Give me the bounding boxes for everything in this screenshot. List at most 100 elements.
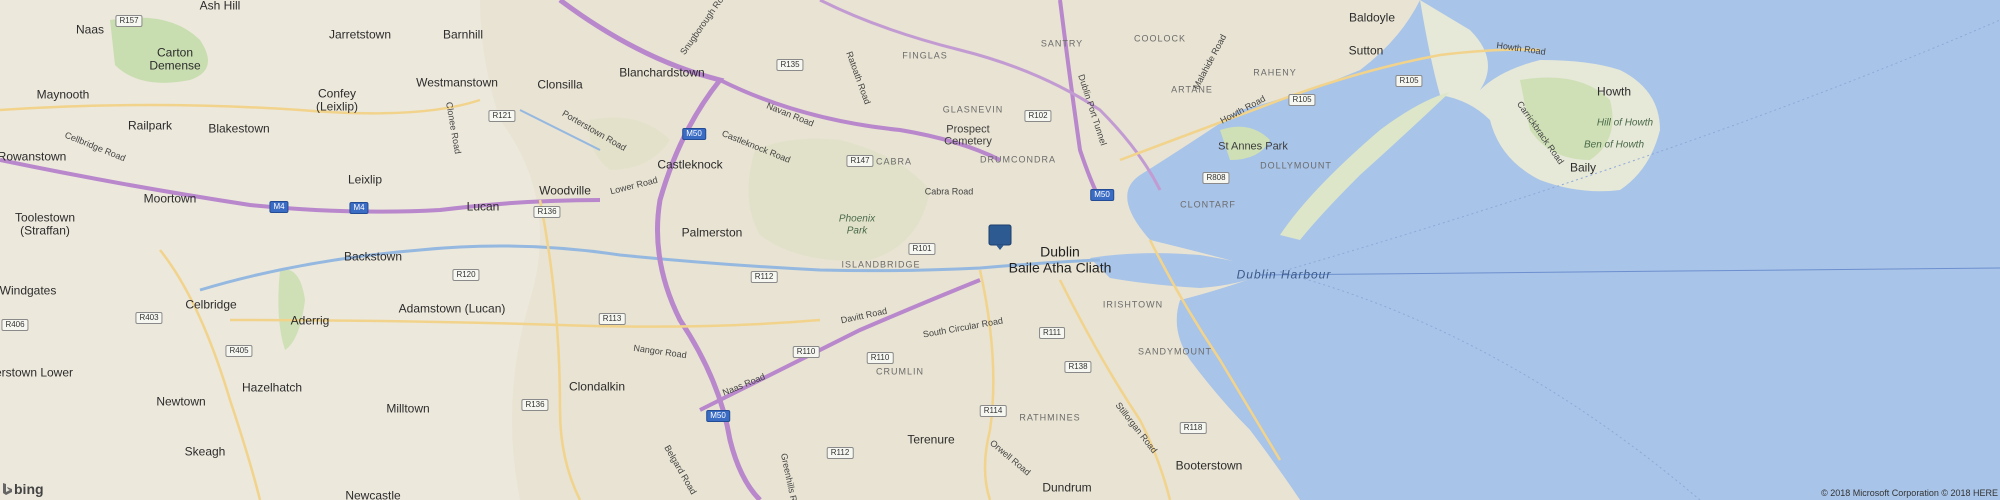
place-label: Adamstown (Lucan) xyxy=(398,301,506,316)
district-label: DRUMCONDRA xyxy=(980,154,1056,165)
district-label: CRUMLIN xyxy=(875,366,925,377)
place-label: Demense xyxy=(149,58,201,73)
route-shield: R112 xyxy=(750,271,778,283)
shipping-lane xyxy=(1279,271,1701,500)
place-label: (Leixlip) xyxy=(315,99,359,114)
place-label: Howth xyxy=(1596,84,1632,99)
place-label: Aderrig xyxy=(290,313,330,328)
bing-logo[interactable]: bing xyxy=(0,481,44,497)
route-shield: R111 xyxy=(1039,327,1065,339)
city-label: Baile Atha Cliath xyxy=(1008,259,1112,276)
road-label: Cabra Road xyxy=(924,186,974,197)
route-shield: R101 xyxy=(908,243,936,255)
place-label: Newtown xyxy=(156,394,206,409)
place-label: Skeagh xyxy=(184,444,226,459)
place-label: Dundrum xyxy=(1042,480,1092,495)
place-label: Rowanstown xyxy=(0,149,67,164)
place-label: Blanchardstown xyxy=(619,65,705,80)
place-label: Jarretstown xyxy=(328,27,392,42)
route-shield: R135 xyxy=(776,59,804,71)
district-label: FINGLAS xyxy=(902,50,948,61)
bing-icon xyxy=(3,483,12,495)
route-shield: R114 xyxy=(979,405,1007,417)
route-shield: R808 xyxy=(1202,172,1230,184)
route-shield: M4 xyxy=(349,202,369,214)
district-label: RAHENY xyxy=(1253,67,1297,78)
route-shield: R110 xyxy=(792,346,820,358)
place-label: Lucan xyxy=(466,199,500,214)
place-label: Windgates xyxy=(0,283,57,298)
district-label: CLONTARF xyxy=(1180,199,1236,210)
route-shield: R113 xyxy=(598,313,626,325)
map-canvas[interactable]: Naas Ash Hill Carton Demense Jarretstown… xyxy=(0,0,2000,500)
place-label: Castleknock xyxy=(657,157,723,172)
route-shield: R121 xyxy=(488,110,516,122)
place-label: Hazelhatch xyxy=(241,380,303,395)
district-label: IRISHTOWN xyxy=(1102,299,1164,310)
place-label: Naas xyxy=(75,22,105,37)
place-label: Backstown xyxy=(343,249,403,264)
district-label: ISLANDBRIDGE xyxy=(841,259,921,270)
place-label: (Straffan) xyxy=(20,223,70,238)
place-label: Blakestown xyxy=(208,121,270,136)
place-label: Westmanstown xyxy=(416,75,498,90)
district-label: SANDYMOUNT xyxy=(1137,346,1213,357)
place-label: Palmerston xyxy=(681,225,743,240)
route-shield: M50 xyxy=(706,410,730,422)
route-shield: R118 xyxy=(1179,422,1207,434)
place-label: Baily xyxy=(1569,160,1597,175)
place-label: Sutton xyxy=(1348,43,1384,58)
place-label: Clondalkin xyxy=(568,379,626,394)
place-label: Woodville xyxy=(539,183,591,198)
place-label: Clonsilla xyxy=(537,77,583,92)
place-label: Barnhill xyxy=(442,27,484,42)
route-shield: M50 xyxy=(682,128,706,140)
route-shield: R157 xyxy=(115,15,143,27)
place-label: Baldoyle xyxy=(1348,10,1396,25)
district-label: CABRA xyxy=(875,156,913,167)
place-label: Milltown xyxy=(386,401,430,416)
district-label: DOLLYMOUNT xyxy=(1260,160,1332,171)
place-label: Celbridge xyxy=(185,297,237,312)
route-shield: R403 xyxy=(135,312,163,324)
city-label: Dublin xyxy=(1040,243,1080,260)
place-label: Moortown xyxy=(143,191,197,206)
place-label: Maynooth xyxy=(36,87,90,102)
place-label: Newcastle xyxy=(345,488,401,500)
shipping-lane xyxy=(1259,267,2000,276)
place-label: Terenure xyxy=(907,432,955,447)
district-label: RATHMINES xyxy=(1019,412,1081,423)
park-label: Ben of Howth xyxy=(1583,139,1645,151)
route-shield: R136 xyxy=(533,206,561,218)
district-label: COOLOCK xyxy=(1133,33,1187,44)
place-label: Leixlip xyxy=(347,172,383,187)
route-shield: R112 xyxy=(826,447,854,459)
route-shield: M4 xyxy=(269,201,289,213)
park-label: Cemetery xyxy=(944,135,992,148)
water-label: Dublin Harbour xyxy=(1236,267,1332,282)
route-shield: R136 xyxy=(521,399,549,411)
route-shield: R406 xyxy=(1,319,29,331)
route-shield: R110 xyxy=(866,352,894,364)
route-shield: R105 xyxy=(1395,75,1423,87)
park-label: Hill of Howth xyxy=(1596,117,1654,129)
district-label: SANTRY xyxy=(1040,38,1084,49)
place-label: Booterstown xyxy=(1175,458,1243,473)
route-shield: R405 xyxy=(225,345,253,357)
district-label: GLASNEVIN xyxy=(942,104,1004,115)
brand-text: bing xyxy=(14,481,44,497)
route-shield: R147 xyxy=(846,155,874,167)
place-label: Railpark xyxy=(127,118,173,133)
route-shield: R102 xyxy=(1024,110,1052,122)
route-shield: R138 xyxy=(1064,361,1092,373)
place-label: erstown Lower xyxy=(0,365,74,380)
park-label: Park xyxy=(846,225,868,237)
route-shield: R105 xyxy=(1288,94,1316,106)
route-shield: R120 xyxy=(452,269,480,281)
route-shield: M50 xyxy=(1090,189,1114,201)
place-label: Ash Hill xyxy=(199,0,241,13)
map-base-layer xyxy=(0,0,2000,500)
park-label: St Annes Park xyxy=(1218,140,1288,153)
copyright-notice: © 2018 Microsoft Corporation © 2018 HERE xyxy=(1821,488,1998,498)
map-pin-icon[interactable] xyxy=(988,224,1012,250)
